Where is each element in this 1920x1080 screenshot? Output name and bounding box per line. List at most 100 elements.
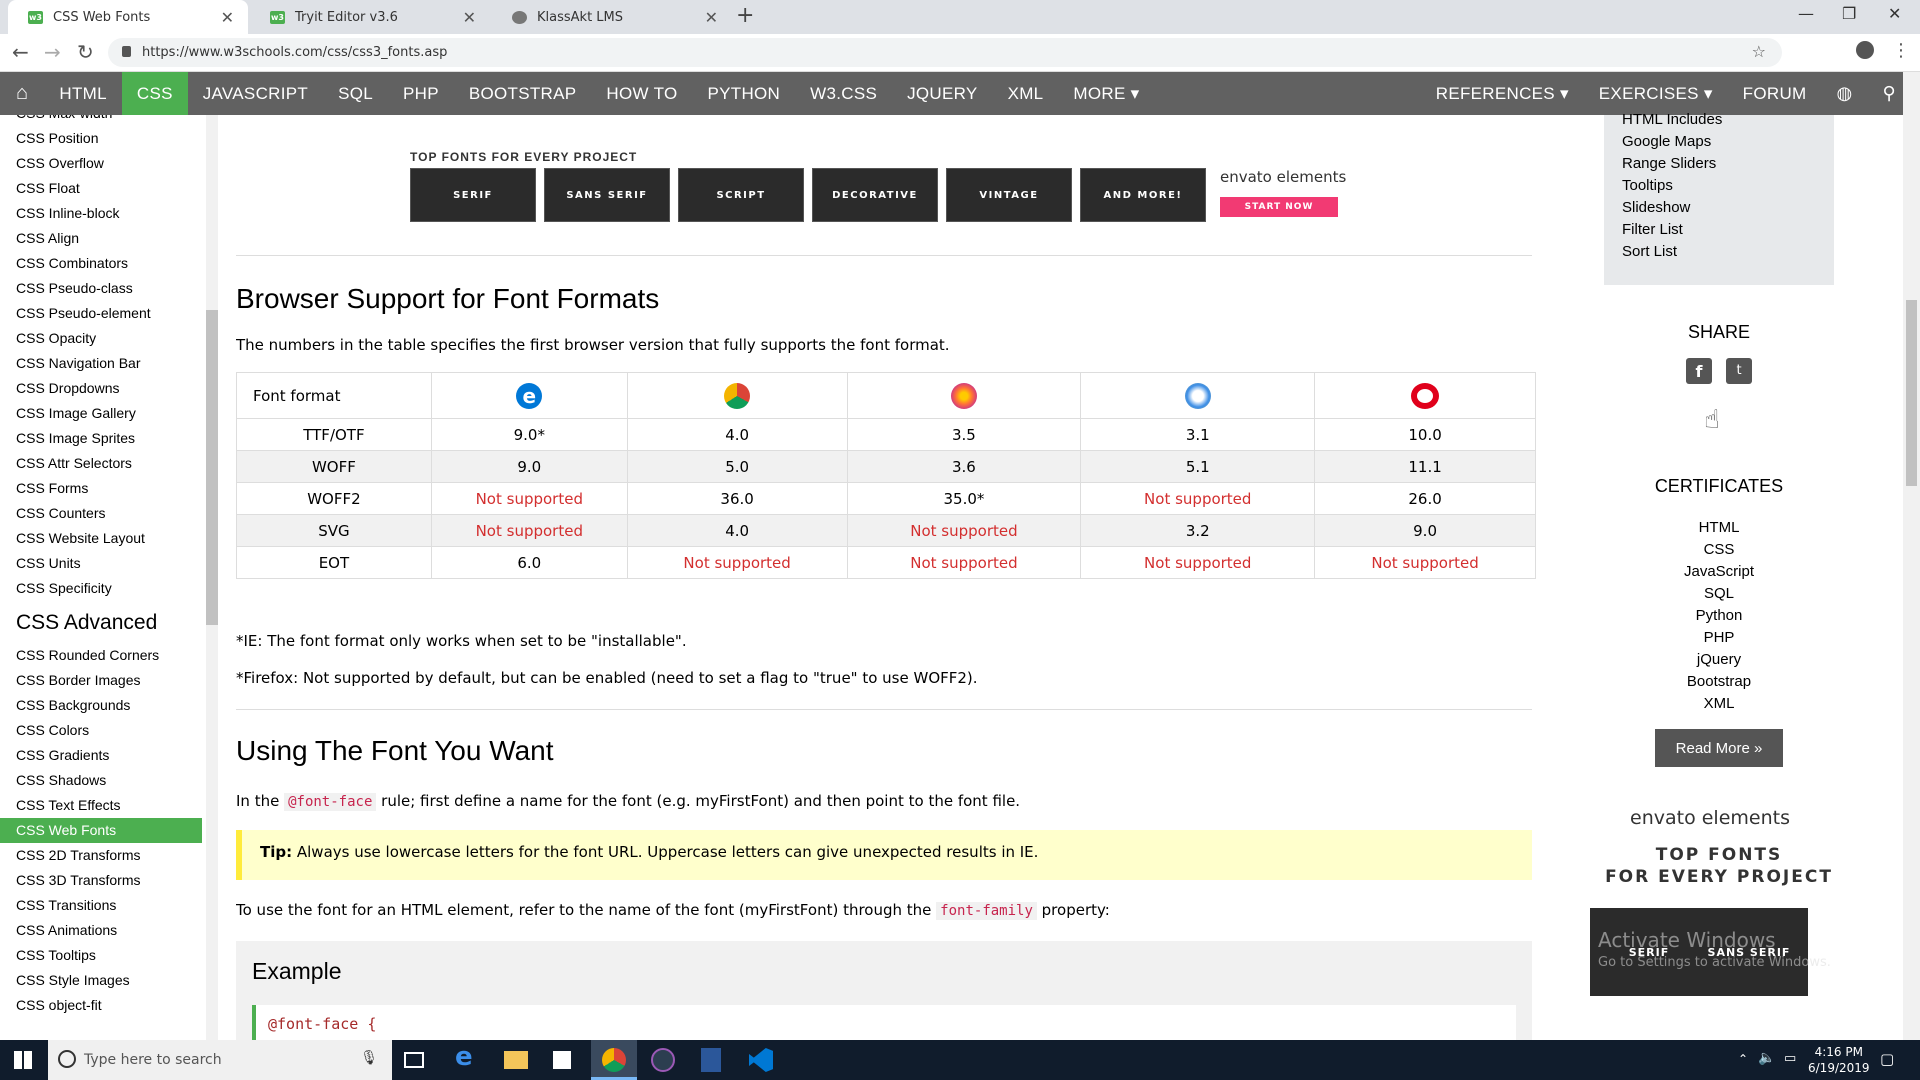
sidebar-item-css-animations[interactable]: CSS Animations — [0, 918, 202, 943]
sidebar-item-css-units[interactable]: CSS Units — [0, 551, 202, 576]
ad-tile-decorative[interactable]: DECORATIVE — [812, 168, 938, 222]
sidebar-item-css-max-width[interactable]: CSS Max-width — [0, 115, 202, 126]
windows-start-icon[interactable] — [14, 1051, 32, 1069]
nav-jquery[interactable]: JQUERY — [892, 72, 992, 115]
forward-icon[interactable]: → — [44, 40, 61, 64]
sidebar-item-css-text-effects[interactable]: CSS Text Effects — [0, 793, 202, 818]
nav-w3css[interactable]: W3.CSS — [795, 72, 892, 115]
font-ad-banner[interactable]: TOP FONTS FOR EVERY PROJECT SERIF SANS S… — [410, 150, 1370, 230]
close-window-icon[interactable]: ✕ — [1888, 4, 1901, 23]
nav-references[interactable]: REFERENCES ▾ — [1421, 72, 1584, 115]
sidebar-item-css-image-sprites[interactable]: CSS Image Sprites — [0, 426, 202, 451]
nav-sql[interactable]: SQL — [323, 72, 388, 115]
certificate-link[interactable]: HTML — [1590, 517, 1848, 539]
microphone-icon[interactable]: 🎙 — [360, 1050, 378, 1066]
nav-howto[interactable]: HOW TO — [591, 72, 692, 115]
new-tab-button[interactable]: + — [736, 3, 754, 28]
url-input[interactable]: https://www.w3schools.com/css/css3_fonts… — [108, 38, 1782, 67]
network-icon[interactable]: ▭ — [1784, 1051, 1796, 1066]
howto-link[interactable]: Google Maps — [1604, 131, 1834, 153]
store-icon[interactable] — [553, 1051, 571, 1069]
nav-python[interactable]: PYTHON — [692, 72, 795, 115]
sidebar-item-css-3d-transforms[interactable]: CSS 3D Transforms — [0, 868, 202, 893]
ad-tile-sans-serif[interactable]: SANS SERIF — [1690, 908, 1808, 996]
certificate-link[interactable]: Python — [1590, 605, 1848, 627]
page-scrollbar-thumb[interactable] — [1906, 300, 1917, 486]
sidebar-item-css-attr-selectors[interactable]: CSS Attr Selectors — [0, 451, 202, 476]
sidebar-item-css-tooltips[interactable]: CSS Tooltips — [0, 943, 202, 968]
howto-link[interactable]: Sort List — [1604, 241, 1834, 263]
thumbs-up-icon[interactable]: ☝ — [1704, 405, 1720, 435]
edge-taskbar-icon[interactable]: e — [455, 1042, 479, 1072]
code-block[interactable]: @font-face { — [252, 1005, 1516, 1040]
sidebar-item-css-shadows[interactable]: CSS Shadows — [0, 768, 202, 793]
chrome-taskbar-active[interactable] — [591, 1040, 637, 1080]
sidebar-item-css-pseudo-class[interactable]: CSS Pseudo-class — [0, 276, 202, 301]
ad-start-now-button[interactable]: START NOW — [1220, 197, 1338, 217]
sidebar-item-css-overflow[interactable]: CSS Overflow — [0, 151, 202, 176]
taskbar-clock[interactable]: 4:16 PM 6/19/2019 — [1808, 1044, 1870, 1076]
minimize-icon[interactable]: — — [1798, 4, 1814, 23]
nav-javascript[interactable]: JAVASCRIPT — [188, 72, 323, 115]
sidebar-item-css-inline-block[interactable]: CSS Inline-block — [0, 201, 202, 226]
sidebar-item-css-dropdowns[interactable]: CSS Dropdowns — [0, 376, 202, 401]
sidebar-item-css-transitions[interactable]: CSS Transitions — [0, 893, 202, 918]
certificate-link[interactable]: Bootstrap — [1590, 671, 1848, 693]
ad-tile-script[interactable]: SCRIPT — [678, 168, 804, 222]
page-scrollbar[interactable] — [1903, 72, 1920, 1040]
nav-css[interactable]: CSS — [121, 72, 188, 115]
nav-xml[interactable]: XML — [993, 72, 1059, 115]
sidebar-item-css-float[interactable]: CSS Float — [0, 176, 202, 201]
sidebar-item-css-align[interactable]: CSS Align — [0, 226, 202, 251]
volume-icon[interactable]: 🔈 — [1758, 1050, 1775, 1066]
howto-link[interactable]: Range Sliders — [1604, 153, 1834, 175]
sidebar-item-css-forms[interactable]: CSS Forms — [0, 476, 202, 501]
bookmark-star-icon[interactable]: ☆ — [1752, 42, 1766, 61]
sidebar-item-css-website-layout[interactable]: CSS Website Layout — [0, 526, 202, 551]
certificate-link[interactable]: SQL — [1590, 583, 1848, 605]
sidebar-scrollbar-thumb[interactable] — [206, 310, 218, 625]
sidebar-item-css-object-fit[interactable]: CSS object-fit — [0, 993, 202, 1018]
home-icon[interactable]: ⌂ — [0, 72, 44, 115]
vscode-icon[interactable] — [749, 1048, 773, 1072]
howto-link[interactable]: Tooltips — [1604, 175, 1834, 197]
sidebar-item-css-backgrounds[interactable]: CSS Backgrounds — [0, 693, 202, 718]
word-icon[interactable] — [701, 1048, 721, 1072]
notifications-icon[interactable]: ▢ — [1880, 1050, 1894, 1068]
close-tab-icon[interactable]: ✕ — [221, 8, 234, 27]
ad-tile-vintage[interactable]: VINTAGE — [946, 168, 1072, 222]
right-ad[interactable]: envato elements TOP FONTS FOR EVERY PROJ… — [1590, 795, 1890, 1040]
ad-tile-serif[interactable]: SERIF — [410, 168, 536, 222]
howto-link[interactable]: HTML Includes — [1604, 109, 1834, 131]
file-explorer-icon[interactable] — [504, 1051, 528, 1069]
sidebar-item-css-gradients[interactable]: CSS Gradients — [0, 743, 202, 768]
sidebar-item-css-specificity[interactable]: CSS Specificity — [0, 576, 202, 601]
sidebar-item-css-colors[interactable]: CSS Colors — [0, 718, 202, 743]
tray-chevron-icon[interactable]: ⌃ — [1738, 1052, 1748, 1066]
nav-bootstrap[interactable]: BOOTSTRAP — [454, 72, 592, 115]
tab-klassakt[interactable]: KlassAkt LMS ✕ — [492, 0, 732, 34]
sidebar-item-css-counters[interactable]: CSS Counters — [0, 501, 202, 526]
read-more-button[interactable]: Read More » — [1655, 729, 1783, 767]
taskbar-search-input[interactable]: Type here to search 🎙 — [48, 1040, 392, 1080]
certificate-link[interactable]: JavaScript — [1590, 561, 1848, 583]
sidebar-item-css-navigation-bar[interactable]: CSS Navigation Bar — [0, 351, 202, 376]
nav-html[interactable]: HTML — [44, 72, 121, 115]
sidebar-item-css-rounded-corners[interactable]: CSS Rounded Corners — [0, 643, 202, 668]
tab-tryit-editor[interactable]: w3 Tryit Editor v3.6 ✕ — [250, 0, 490, 34]
certificate-link[interactable]: jQuery — [1590, 649, 1848, 671]
sidebar-item-css-web-fonts[interactable]: CSS Web Fonts — [0, 818, 202, 843]
ad-tile-more[interactable]: AND MORE! — [1080, 168, 1206, 222]
certificate-link[interactable]: XML — [1590, 693, 1848, 715]
certificate-link[interactable]: CSS — [1590, 539, 1848, 561]
tab-css-web-fonts[interactable]: w3 CSS Web Fonts ✕ — [8, 0, 248, 34]
sidebar-item-css-pseudo-element[interactable]: CSS Pseudo-element — [0, 301, 202, 326]
howto-link[interactable]: Slideshow — [1604, 197, 1834, 219]
sidebar-item-css-opacity[interactable]: CSS Opacity — [0, 326, 202, 351]
twitter-icon[interactable]: t — [1726, 358, 1752, 384]
nav-more[interactable]: MORE ▾ — [1058, 72, 1154, 115]
close-tab-icon[interactable]: ✕ — [705, 8, 718, 27]
sidebar-item-css-combinators[interactable]: CSS Combinators — [0, 251, 202, 276]
menu-icon[interactable]: ⋮ — [1892, 40, 1910, 61]
sidebar-item-css-border-images[interactable]: CSS Border Images — [0, 668, 202, 693]
